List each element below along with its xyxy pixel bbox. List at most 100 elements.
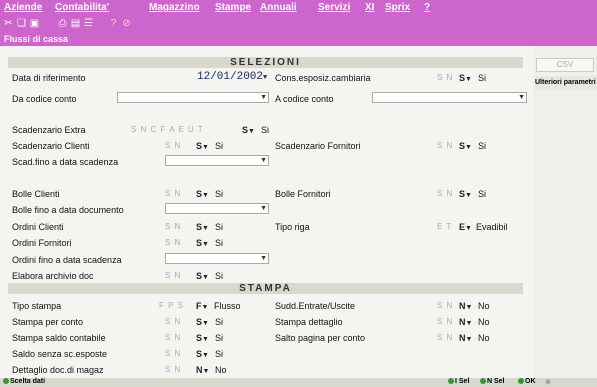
ordini-clienti-label: Ordini Clienti	[12, 222, 64, 232]
menu-help[interactable]: ?	[424, 2, 430, 13]
ordini-fornitori-select[interactable]: S▼	[196, 238, 209, 248]
scad-clienti-options[interactable]: S N	[165, 141, 181, 150]
print-icon[interactable]: ⎙	[57, 18, 68, 29]
chevron-down-icon: ▼	[260, 157, 267, 164]
scadenzario-extra-options[interactable]: S N C F A E U T	[131, 125, 204, 134]
chevron-down-icon: ▼	[465, 336, 473, 343]
copy-icon[interactable]: ❏	[16, 18, 27, 29]
scad-fornitori-options[interactable]: S N	[437, 141, 453, 150]
status-cancel-icon[interactable]: ⊗	[545, 378, 551, 386]
menu-contabilita[interactable]: Contabilita'	[55, 2, 109, 13]
ordini-clienti-options[interactable]: S N	[165, 222, 181, 231]
bolle-fornitori-options[interactable]: S N	[437, 189, 453, 198]
menu-aziende[interactable]: Aziende	[4, 2, 42, 13]
menu-annuali[interactable]: Annuali	[260, 2, 297, 13]
saldo-senza-select[interactable]: S▼	[196, 349, 209, 359]
ordini-clienti-select[interactable]: S▼	[196, 222, 209, 232]
chevron-down-icon: ▼	[202, 225, 209, 232]
status-ok[interactable]: OK	[518, 378, 536, 385]
bolle-fornitori-label: Bolle Fornitori	[275, 189, 331, 199]
elabora-select[interactable]: S▼	[196, 271, 209, 281]
data-riferimento-field[interactable]: 12/01/2002▼	[197, 71, 267, 83]
dettaglio-doc-label: Dettaglio doc.di magaz	[12, 365, 104, 375]
tipo-riga-options[interactable]: E T	[437, 222, 452, 231]
window-title: Flussi di cassa	[4, 34, 69, 44]
per-conto-select[interactable]: S▼	[196, 317, 209, 327]
status-i-sel[interactable]: I Sel	[448, 378, 469, 385]
dettaglio-options[interactable]: S N	[437, 317, 453, 326]
chevron-down-icon: ▼	[465, 304, 473, 311]
csv-button[interactable]: CSV	[536, 58, 594, 72]
cons-esposiz-options[interactable]: S N	[437, 73, 453, 82]
ordini-clienti-value: Si	[215, 222, 224, 232]
tipo-riga-label: Tipo riga	[275, 222, 310, 232]
a-codice-input[interactable]: ▼	[372, 92, 527, 103]
ordini-fornitori-label: Ordini Fornitori	[12, 238, 72, 248]
salto-pagina-label: Salto pagina per conto	[275, 333, 366, 343]
chevron-down-icon: ▼	[465, 76, 472, 83]
scad-clienti-select[interactable]: S▼	[196, 141, 209, 151]
ulteriori-parametri-button[interactable]: Ulteriori parametri	[535, 76, 597, 90]
bolle-fino-label: Bolle fino a data documento	[12, 205, 124, 215]
status-n-sel[interactable]: N Sel	[480, 378, 505, 385]
erase-icon[interactable]: ⊘	[121, 18, 132, 29]
scad-fornitori-label: Scadenzario Fornitori	[275, 141, 361, 151]
ordini-fornitori-options[interactable]: S N	[165, 238, 181, 247]
dettaglio-label: Stampa dettaglio	[275, 317, 343, 327]
cons-esposiz-select[interactable]: S▼	[459, 73, 472, 83]
status-scelta-dati[interactable]: Scelta dati	[3, 378, 45, 385]
scad-fino-input[interactable]: ▼	[165, 155, 269, 166]
dettaglio-select[interactable]: N▼	[459, 317, 472, 327]
dettaglio-doc-select[interactable]: N▼	[196, 365, 209, 375]
scad-fornitori-select[interactable]: S▼	[459, 141, 472, 151]
dettaglio-doc-options[interactable]: S N	[165, 365, 181, 374]
scadenzario-extra-value: Si	[261, 125, 270, 135]
chevron-down-icon: ▼	[260, 255, 267, 262]
scadenzario-extra-select[interactable]: S▼	[242, 125, 255, 135]
per-conto-options[interactable]: S N	[165, 317, 181, 326]
da-codice-input[interactable]: ▼	[117, 92, 269, 103]
menu-xl[interactable]: XI	[365, 2, 374, 13]
salto-pagina-select[interactable]: N▼	[459, 333, 472, 343]
tipo-riga-select[interactable]: E▼	[459, 222, 472, 232]
side-panel: CSV Ulteriori parametri	[533, 46, 597, 378]
bolle-fornitori-select[interactable]: S▼	[459, 189, 472, 199]
da-codice-label: Da codice conto	[12, 94, 77, 104]
menu-sprix[interactable]: Sprix	[385, 2, 410, 13]
cons-esposiz-label: Cons.esposiz.cambiaria	[275, 73, 371, 83]
menu-stampe[interactable]: Stampe	[215, 2, 251, 13]
bolle-clienti-select[interactable]: S▼	[196, 189, 209, 199]
bolle-clienti-options[interactable]: S N	[165, 189, 181, 198]
saldo-contabile-select[interactable]: S▼	[196, 333, 209, 343]
window-title-bar: Flussi di cassa	[0, 32, 597, 46]
scad-clienti-label: Scadenzario Clienti	[12, 141, 90, 151]
sudd-options[interactable]: S N	[437, 301, 453, 310]
help-icon[interactable]: ?	[108, 18, 119, 29]
tipo-stampa-label: Tipo stampa	[12, 301, 62, 311]
save-icon[interactable]: ▤	[70, 18, 81, 29]
salto-pagina-value: No	[478, 333, 490, 343]
bolle-fornitori-value: Si	[478, 189, 487, 199]
tipo-stampa-options[interactable]: F P S	[159, 301, 184, 310]
sudd-select[interactable]: N▼	[459, 301, 472, 311]
bolle-fino-input[interactable]: ▼	[165, 203, 269, 214]
tipo-riga-value: Evadibil	[476, 222, 508, 232]
form-panel: SELEZIONI Data di riferimento 12/01/2002…	[0, 46, 533, 378]
chevron-down-icon: ▼	[260, 205, 267, 212]
tipo-stampa-select[interactable]: F▼	[196, 301, 208, 311]
elabora-options[interactable]: S N	[165, 271, 181, 280]
list-icon[interactable]: ☰	[83, 18, 94, 29]
saldo-senza-options[interactable]: S N	[165, 349, 181, 358]
green-dot-icon	[518, 378, 524, 385]
section-stampa-header: STAMPA	[8, 283, 523, 294]
menu-servizi[interactable]: Servizi	[318, 2, 350, 13]
chevron-down-icon: ▼	[518, 94, 525, 101]
paste-icon[interactable]: ▣	[29, 18, 40, 29]
menu-magazzino[interactable]: Magazzino	[149, 2, 200, 13]
cut-icon[interactable]: ✂	[3, 18, 14, 29]
chevron-down-icon: ▼	[202, 274, 209, 281]
saldo-contabile-options[interactable]: S N	[165, 333, 181, 342]
salto-pagina-options[interactable]: S N	[437, 333, 453, 342]
ordini-fino-input[interactable]: ▼	[165, 253, 269, 264]
chevron-down-icon: ▼	[202, 192, 209, 199]
